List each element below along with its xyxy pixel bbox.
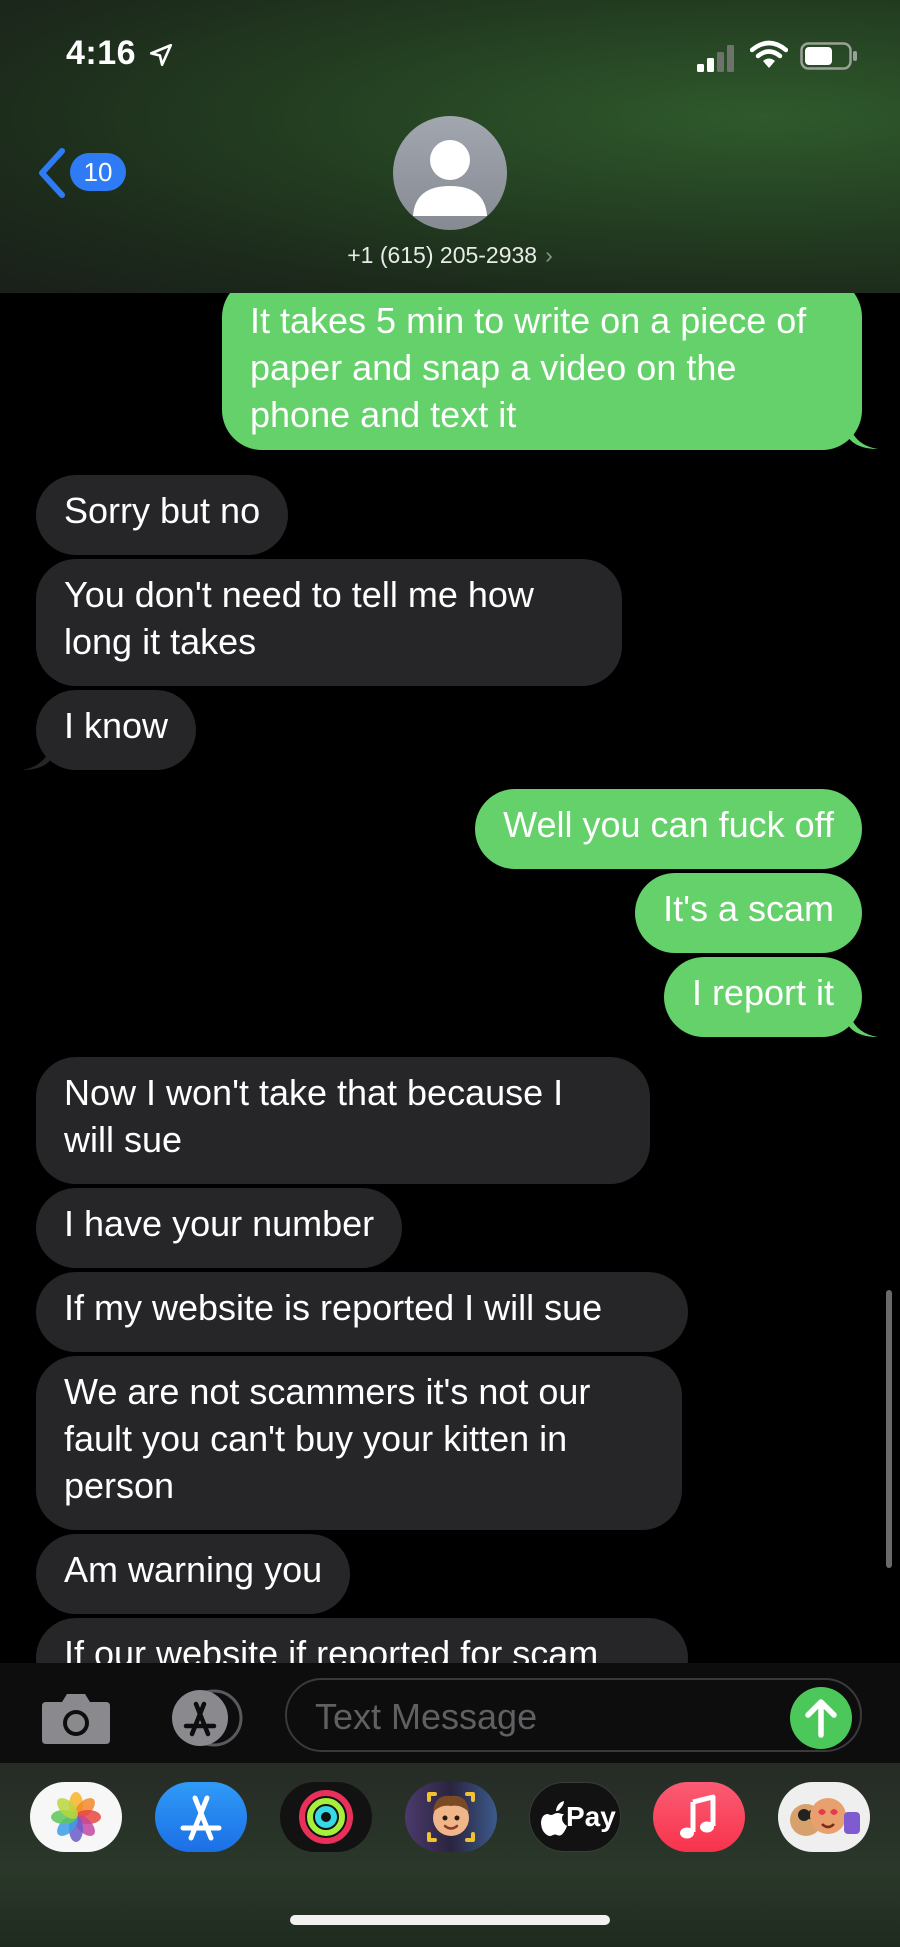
message-bubble-received[interactable]: You don't need to tell me how long it ta…: [36, 559, 622, 686]
app-store-apps-icon[interactable]: [162, 1688, 246, 1748]
status-time: 4:16: [66, 34, 137, 72]
arrow-up-icon: [805, 1699, 837, 1738]
message-bubble-received[interactable]: If my website is reported I will sue: [36, 1272, 688, 1352]
message-bubble-sent[interactable]: It takes 5 min to write on a piece of pa…: [222, 293, 862, 450]
message-bubble-received[interactable]: I know: [36, 690, 197, 770]
cell-signal-icon: [697, 45, 734, 72]
camera-icon[interactable]: [40, 1690, 112, 1746]
back-chevron-icon[interactable]: [36, 147, 68, 199]
message-bubble-received[interactable]: Am warning you: [36, 1534, 351, 1614]
message-text: Well you can fuck off: [503, 804, 834, 845]
message-text: It takes 5 min to write on a piece of pa…: [250, 300, 807, 435]
message-text: If my website is reported I will sue: [64, 1287, 603, 1328]
bubble-tail-icon: [22, 740, 52, 770]
unread-count-badge[interactable]: 10: [70, 153, 126, 191]
wifi-icon: [750, 40, 788, 68]
message-bubble-sent[interactable]: It's a scam: [635, 873, 862, 953]
bubble-tail-icon: [848, 1007, 878, 1037]
contact-number[interactable]: +1 (615) 205-2938: [347, 242, 537, 268]
person-silhouette-icon: [413, 140, 487, 216]
message-text: It's a scam: [663, 888, 834, 929]
message-bubble-received[interactable]: Now I won't take that because I will sue: [36, 1057, 650, 1184]
message-bubble-received[interactable]: I have your number: [36, 1188, 403, 1268]
message-bubble-sent[interactable]: Well you can fuck off: [475, 789, 862, 869]
fitness-icon[interactable]: [280, 1782, 372, 1852]
message-bubble-received[interactable]: If our website if reported for scam: [36, 1618, 688, 1663]
contact-name[interactable]: +1 (615) 205-2938 ›: [0, 242, 900, 269]
message-input-field[interactable]: [285, 1678, 862, 1752]
message-text: I have your number: [64, 1203, 375, 1244]
music-icon[interactable]: [653, 1782, 745, 1852]
message-thread[interactable]: It takes 5 min to write on a piece of pa…: [0, 293, 900, 1663]
battery-icon: [800, 42, 857, 70]
scroll-indicator[interactable]: [886, 1290, 892, 1568]
contact-avatar[interactable]: [393, 116, 507, 230]
bubble-tail-icon: [848, 419, 878, 449]
apple-pay-icon[interactable]: Pay: [529, 1782, 621, 1852]
photos-icon[interactable]: [30, 1782, 122, 1852]
message-input[interactable]: [313, 1694, 757, 1740]
app-store-icon[interactable]: [155, 1782, 247, 1852]
message-bubble-received[interactable]: We are not scammers it's not our fault y…: [36, 1356, 682, 1530]
message-text: I report it: [691, 972, 834, 1013]
home-indicator[interactable]: [290, 1915, 610, 1925]
message-bubble-sent[interactable]: I report it: [663, 957, 862, 1037]
send-button[interactable]: [790, 1687, 852, 1749]
message-text: We are not scammers it's not our fault y…: [64, 1371, 591, 1506]
message-text: You don't need to tell me how long it ta…: [64, 574, 534, 662]
location-arrow-icon: [149, 43, 173, 67]
message-text: I know: [64, 705, 169, 746]
message-text: Now I won't take that because I will sue: [64, 1072, 564, 1160]
message-text: Am warning you: [64, 1549, 323, 1590]
message-text: Sorry but no: [64, 490, 261, 531]
chevron-right-icon: ›: [545, 242, 553, 268]
message-bubble-received[interactable]: Sorry but no: [36, 475, 289, 555]
message-text: If our website if reported for scam: [64, 1633, 599, 1663]
memoji-icon[interactable]: [405, 1782, 497, 1852]
apple-pay-label: Pay: [566, 1801, 616, 1832]
animoji-icon[interactable]: [778, 1782, 870, 1852]
